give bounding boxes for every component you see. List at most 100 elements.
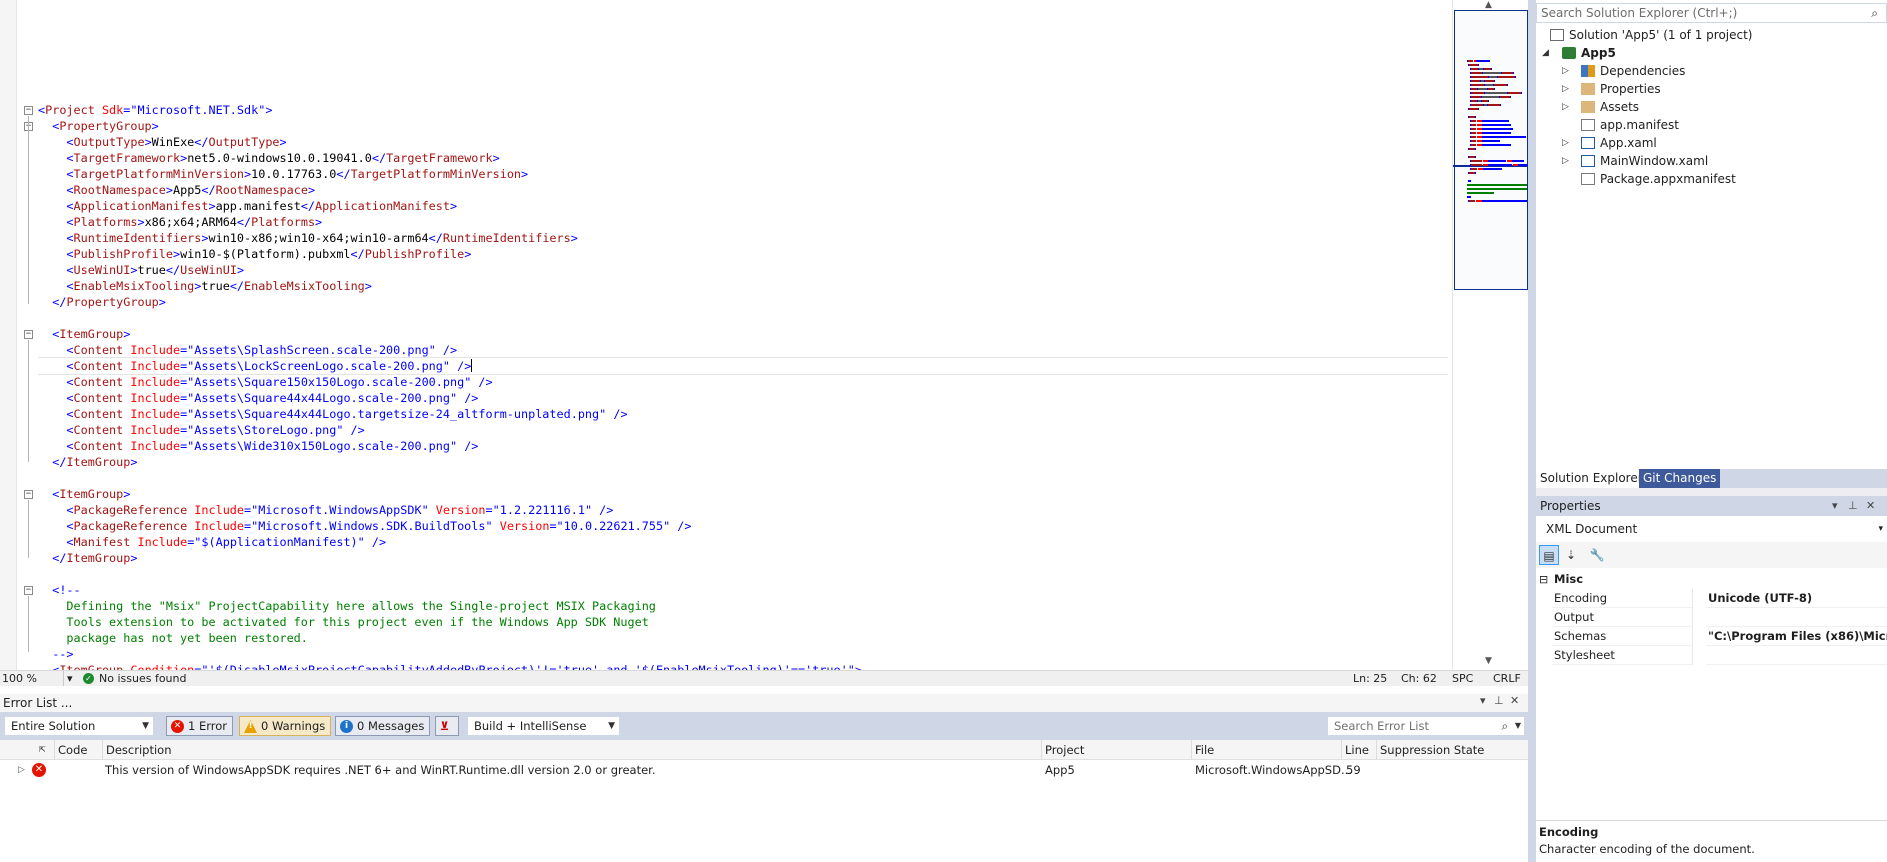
code-line[interactable]: <Content Include="Assets\StoreLogo.png" … xyxy=(38,422,1448,438)
tree-item-project[interactable]: ◢ App5 xyxy=(1542,44,1616,62)
error-list-search-input[interactable]: Search Error List ⌕ ▼ xyxy=(1327,716,1525,736)
pin-icon[interactable]: ⊥ xyxy=(1494,694,1504,707)
code-line[interactable]: <TargetPlatformMinVersion>10.0.17763.0</… xyxy=(38,166,1448,182)
property-pages-icon[interactable]: 🔧 xyxy=(1587,545,1607,565)
code-line[interactable]: <!-- xyxy=(38,582,1448,598)
code-line[interactable]: <TargetFramework>net5.0-windows10.0.1904… xyxy=(38,150,1448,166)
property-value[interactable] xyxy=(1706,608,1887,627)
code-line[interactable]: <Content Include="Assets\SplashScreen.sc… xyxy=(38,342,1448,358)
scroll-down-arrow-icon[interactable]: ▼ xyxy=(1485,656,1492,666)
collapse-itemgroup-icon[interactable]: − xyxy=(24,490,33,499)
code-line[interactable] xyxy=(38,566,1448,582)
collapsed-arrow-icon[interactable]: ▷ xyxy=(1562,152,1569,170)
tree-item-package-appxmanifest[interactable]: Package.appxmanifest xyxy=(1581,170,1736,188)
code-line[interactable]: <PropertyGroup> xyxy=(38,118,1448,134)
code-line[interactable]: </ItemGroup> xyxy=(38,550,1448,566)
code-line[interactable] xyxy=(38,310,1448,326)
pin-icon[interactable]: ⊥ xyxy=(1848,499,1858,512)
column-code[interactable]: Code xyxy=(54,740,87,760)
dock-splitter[interactable] xyxy=(1528,0,1536,862)
collapse-itemgroup-icon[interactable]: − xyxy=(24,330,33,339)
code-line[interactable]: <UseWinUI>true</UseWinUI> xyxy=(38,262,1448,278)
property-value[interactable]: "C:\Program Files (x86)\Microsoft Visual… xyxy=(1706,627,1887,646)
code-line[interactable]: </PropertyGroup> xyxy=(38,294,1448,310)
alphabetical-sort-icon[interactable]: ⇣ xyxy=(1561,545,1581,565)
properties-category-row[interactable]: ⊟ Misc xyxy=(1536,570,1887,589)
column-line[interactable]: Line xyxy=(1341,740,1369,760)
column-description[interactable]: Description xyxy=(102,740,172,760)
scroll-up-arrow-icon[interactable]: ▲ xyxy=(1485,0,1492,10)
collapse-comment-icon[interactable]: − xyxy=(24,586,33,595)
build-filter-dropdown[interactable]: Build + IntelliSense ▼ xyxy=(467,716,620,736)
error-list-title[interactable]: Error List ... xyxy=(0,694,1528,712)
minimap-viewport[interactable] xyxy=(1454,10,1528,290)
collapsed-arrow-icon[interactable]: ▷ xyxy=(1562,62,1569,80)
tree-item-app-xaml[interactable]: ▷ App.xaml xyxy=(1562,134,1657,152)
errors-filter-button[interactable]: ✕ 1 Error xyxy=(166,716,234,736)
line-indicator[interactable]: Ln: 25 xyxy=(1353,671,1387,686)
code-line[interactable]: <Content Include="Assets\LockScreenLogo.… xyxy=(38,357,1448,375)
code-line[interactable]: <ItemGroup> xyxy=(38,326,1448,342)
code-line[interactable]: <Content Include="Assets\Square44x44Logo… xyxy=(38,390,1448,406)
search-icon[interactable]: ⌕ xyxy=(1502,717,1508,735)
chevron-down-icon[interactable]: ▼ xyxy=(1515,717,1521,735)
code-line[interactable]: <Platforms>x86;x64;ARM64</Platforms> xyxy=(38,214,1448,230)
code-line[interactable]: <OutputType>WinExe</OutputType> xyxy=(38,134,1448,150)
property-row-encoding[interactable]: Encoding Unicode (UTF-8) xyxy=(1536,589,1887,608)
code-line[interactable]: </ItemGroup> xyxy=(38,454,1448,470)
collapsed-arrow-icon[interactable]: ▷ xyxy=(1562,80,1569,98)
issues-status[interactable]: No issues found xyxy=(99,671,186,686)
property-row-output[interactable]: Output xyxy=(1536,608,1887,627)
column-indicator[interactable]: Ch: 62 xyxy=(1401,671,1437,686)
column-file[interactable]: File xyxy=(1191,740,1214,760)
tab-git-changes[interactable]: Git Changes xyxy=(1639,469,1721,488)
column-project[interactable]: Project xyxy=(1041,740,1084,760)
properties-object-dropdown[interactable]: XML Document ▾ xyxy=(1536,519,1887,539)
code-line[interactable]: <Content Include="Assets\Square150x150Lo… xyxy=(38,374,1448,390)
whitespace-indicator[interactable]: SPC xyxy=(1452,671,1473,686)
line-ending-indicator[interactable]: CRLF xyxy=(1493,671,1521,686)
tree-item-assets[interactable]: ▷ Assets xyxy=(1562,98,1639,116)
code-line[interactable]: <RootNamespace>App5</RootNamespace> xyxy=(38,182,1448,198)
code-line[interactable]: <PackageReference Include="Microsoft.Win… xyxy=(38,518,1448,534)
collapse-project-icon[interactable]: − xyxy=(24,106,33,115)
search-icon[interactable]: ⌕ xyxy=(1871,4,1878,22)
code-line[interactable]: <PublishProfile>win10-$(Platform).pubxml… xyxy=(38,246,1448,262)
tree-item-properties[interactable]: ▷ Properties xyxy=(1562,80,1661,98)
code-line[interactable]: <EnableMsixTooling>true</EnableMsixTooli… xyxy=(38,278,1448,294)
property-value[interactable]: Unicode (UTF-8) xyxy=(1706,589,1887,608)
code-line[interactable]: <ItemGroup> xyxy=(38,486,1448,502)
expand-arrow-icon[interactable]: ▷ xyxy=(18,760,25,780)
column-suppression[interactable]: Suppression State xyxy=(1376,740,1484,760)
categorized-icon[interactable]: ▤ xyxy=(1539,545,1559,565)
code-line[interactable] xyxy=(38,470,1448,486)
tab-solution-explorer[interactable]: Solution Explorer xyxy=(1536,469,1647,488)
code-line[interactable]: <Content Include="Assets\Wide310x150Logo… xyxy=(38,438,1448,454)
close-icon[interactable]: ✕ xyxy=(1510,694,1519,707)
minimap[interactable] xyxy=(1452,0,1529,670)
code-line[interactable]: <Content Include="Assets\Square44x44Logo… xyxy=(38,406,1448,422)
code-line[interactable]: package has not yet been restored. xyxy=(38,630,1448,646)
zoom-dropdown-icon[interactable]: ▾ xyxy=(67,671,73,686)
table-row[interactable]: ▷ ✕ This version of WindowsAppSDK requir… xyxy=(0,760,1528,780)
code-text-area[interactable]: <Project Sdk="Microsoft.NET.Sdk"> <Prope… xyxy=(38,102,1448,670)
code-editor[interactable]: − − − − − <Project Sdk="Microsoft.NET.Sd… xyxy=(0,0,1529,686)
code-line[interactable]: <PackageReference Include="Microsoft.Win… xyxy=(38,502,1448,518)
messages-filter-button[interactable]: i 0 Messages xyxy=(335,716,431,736)
tree-item-app-manifest[interactable]: app.manifest xyxy=(1581,116,1679,134)
solution-search-input[interactable]: Search Solution Explorer (Ctrl+;) ⌕ xyxy=(1536,3,1887,23)
code-line[interactable]: <Project Sdk="Microsoft.NET.Sdk"> xyxy=(38,102,1448,118)
property-row-schemas[interactable]: Schemas "C:\Program Files (x86)\Microsof… xyxy=(1536,627,1887,646)
collapsed-arrow-icon[interactable]: ▷ xyxy=(1562,98,1569,116)
code-line[interactable]: <Manifest Include="$(ApplicationManifest… xyxy=(38,534,1448,550)
code-line[interactable]: <ItemGroup Condition="'$(DisableMsixProj… xyxy=(38,662,1448,670)
code-line[interactable]: --> xyxy=(38,646,1448,662)
code-line[interactable]: <ApplicationManifest>app.manifest</Appli… xyxy=(38,198,1448,214)
code-line[interactable]: <RuntimeIdentifiers>win10-x86;win10-x64;… xyxy=(38,230,1448,246)
collapsed-arrow-icon[interactable]: ▷ xyxy=(1562,134,1569,152)
collapse-icon[interactable]: ⊟ xyxy=(1539,570,1548,589)
property-row-stylesheet[interactable]: Stylesheet xyxy=(1536,646,1887,665)
property-value[interactable] xyxy=(1706,646,1887,665)
tree-item-mainwindow-xaml[interactable]: ▷ MainWindow.xaml xyxy=(1562,152,1708,170)
window-menu-icon[interactable]: ▾ xyxy=(1832,499,1838,512)
